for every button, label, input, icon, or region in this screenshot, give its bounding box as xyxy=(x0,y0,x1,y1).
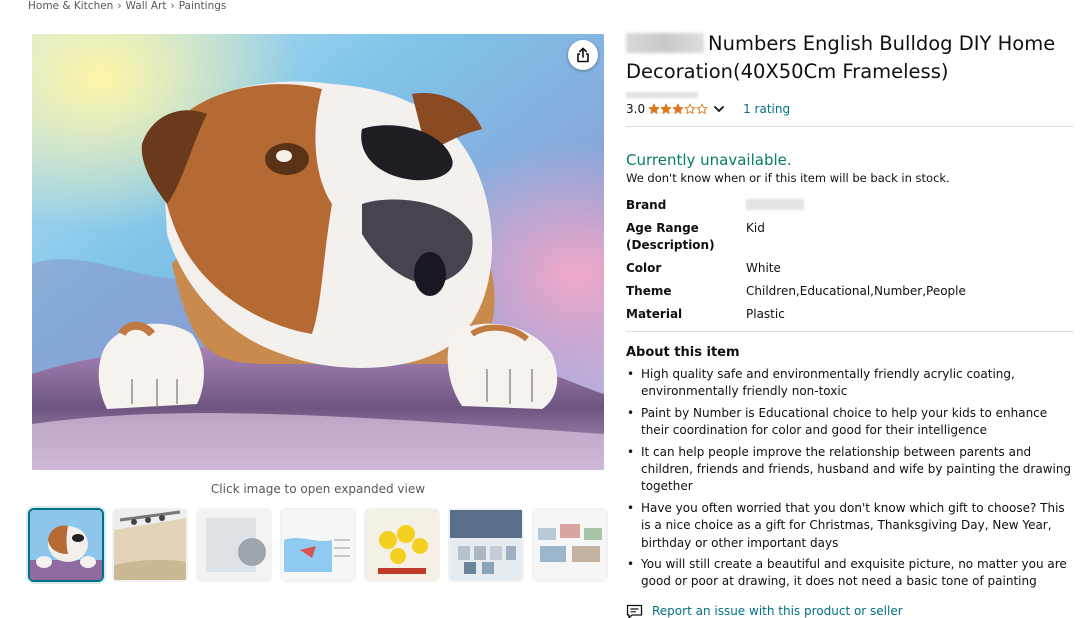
thumbnail-6[interactable] xyxy=(448,508,524,582)
about-bullet: Paint by Number is Educational choice to… xyxy=(627,405,1074,440)
availability-status: Currently unavailable. xyxy=(626,151,792,169)
expand-image-hint: Click image to open expanded view xyxy=(210,482,426,496)
spec-table: Brand Age Range (Description) Kid Color … xyxy=(626,197,1074,329)
spec-key: Theme xyxy=(626,284,672,298)
thumbnail-paint-pots-image xyxy=(450,510,522,580)
breadcrumb: Home & Kitchen › Wall Art › Paintings xyxy=(28,0,226,12)
share-icon xyxy=(577,47,589,63)
spec-key: Material xyxy=(626,307,683,321)
thumbnail-smiley-image xyxy=(366,510,438,580)
spec-row-theme: Theme Children,Educational,Number,People xyxy=(626,283,1074,306)
thumbnail-1[interactable] xyxy=(28,508,104,582)
breadcrumb-separator: › xyxy=(170,0,175,12)
about-bullet: Have you often worried that you don't kn… xyxy=(627,500,1074,552)
about-bullets: High quality safe and environmentally fr… xyxy=(626,366,1074,591)
breadcrumb-link-paintings[interactable]: Paintings xyxy=(179,0,227,12)
thumbnail-5[interactable] xyxy=(364,508,440,582)
spec-row-age-range: Age Range (Description) Kid xyxy=(626,220,1074,260)
report-issue-label: Report an issue with this product or sel… xyxy=(652,604,903,618)
spec-value xyxy=(746,197,1074,220)
spec-key: Brand xyxy=(626,198,667,212)
breadcrumb-link-wall-art[interactable]: Wall Art xyxy=(126,0,167,12)
spec-value: Kid xyxy=(746,221,765,235)
rating-value: 3.0 xyxy=(626,102,646,116)
spec-value: White xyxy=(746,261,781,275)
thumbnail-diagram-image xyxy=(282,510,354,580)
product-details: Numbers English Bulldog DIY Home Decorat… xyxy=(626,30,1074,618)
rating-stars[interactable] xyxy=(648,103,708,115)
report-issue-link[interactable]: Report an issue with this product or sel… xyxy=(626,604,1074,618)
redacted-brand xyxy=(626,33,704,53)
spec-row-color: Color White xyxy=(626,260,1074,283)
breadcrumb-link-home-kitchen[interactable]: Home & Kitchen xyxy=(28,0,113,12)
star-filled-icon xyxy=(660,103,672,114)
divider xyxy=(626,331,1074,332)
about-bullet: High quality safe and environmentally fr… xyxy=(627,366,1074,401)
star-filled-icon xyxy=(672,103,684,114)
spec-value: Plastic xyxy=(746,307,785,321)
about-bullet: It can help people improve the relations… xyxy=(627,444,1074,496)
bulldog-painting-image xyxy=(32,34,604,470)
star-empty-icon xyxy=(684,103,696,114)
share-button[interactable] xyxy=(568,40,598,70)
about-bullet: You will still create a beautiful and ex… xyxy=(627,556,1074,591)
thumbnail-bulldog-image xyxy=(30,510,102,580)
spec-key: Color xyxy=(626,261,662,275)
rating-row: 3.0 1 rating xyxy=(626,102,1074,127)
breadcrumb-separator: › xyxy=(117,0,122,12)
spec-row-material: Material Plastic xyxy=(626,306,1074,329)
thumbnail-3[interactable] xyxy=(196,508,272,582)
thumbnail-room-image xyxy=(534,510,606,580)
redacted-brand-value xyxy=(746,199,804,210)
report-flag-icon xyxy=(626,604,643,618)
star-filled-icon xyxy=(648,103,660,114)
product-title: Numbers English Bulldog DIY Home Decorat… xyxy=(626,30,1074,86)
star-empty-icon xyxy=(696,103,708,114)
spec-key: Age Range (Description) xyxy=(626,221,715,252)
spec-row-brand: Brand xyxy=(626,197,1074,220)
thumbnail-4[interactable] xyxy=(280,508,356,582)
thumbnail-strip xyxy=(28,508,608,582)
thumbnail-canvas-roll-image xyxy=(114,510,186,580)
thumbnail-7[interactable] xyxy=(532,508,608,582)
spec-value: Children,Educational,Number,People xyxy=(746,284,966,298)
main-product-image[interactable] xyxy=(32,34,604,470)
availability-note: We don't know when or if this item will … xyxy=(626,171,950,185)
rating-count-link[interactable]: 1 rating xyxy=(743,102,790,116)
chevron-down-icon[interactable] xyxy=(713,103,725,115)
thumbnail-sketch-image xyxy=(198,510,270,580)
thumbnail-2[interactable] xyxy=(112,508,188,582)
about-heading: About this item xyxy=(626,345,740,360)
redacted-store-link xyxy=(626,92,698,98)
